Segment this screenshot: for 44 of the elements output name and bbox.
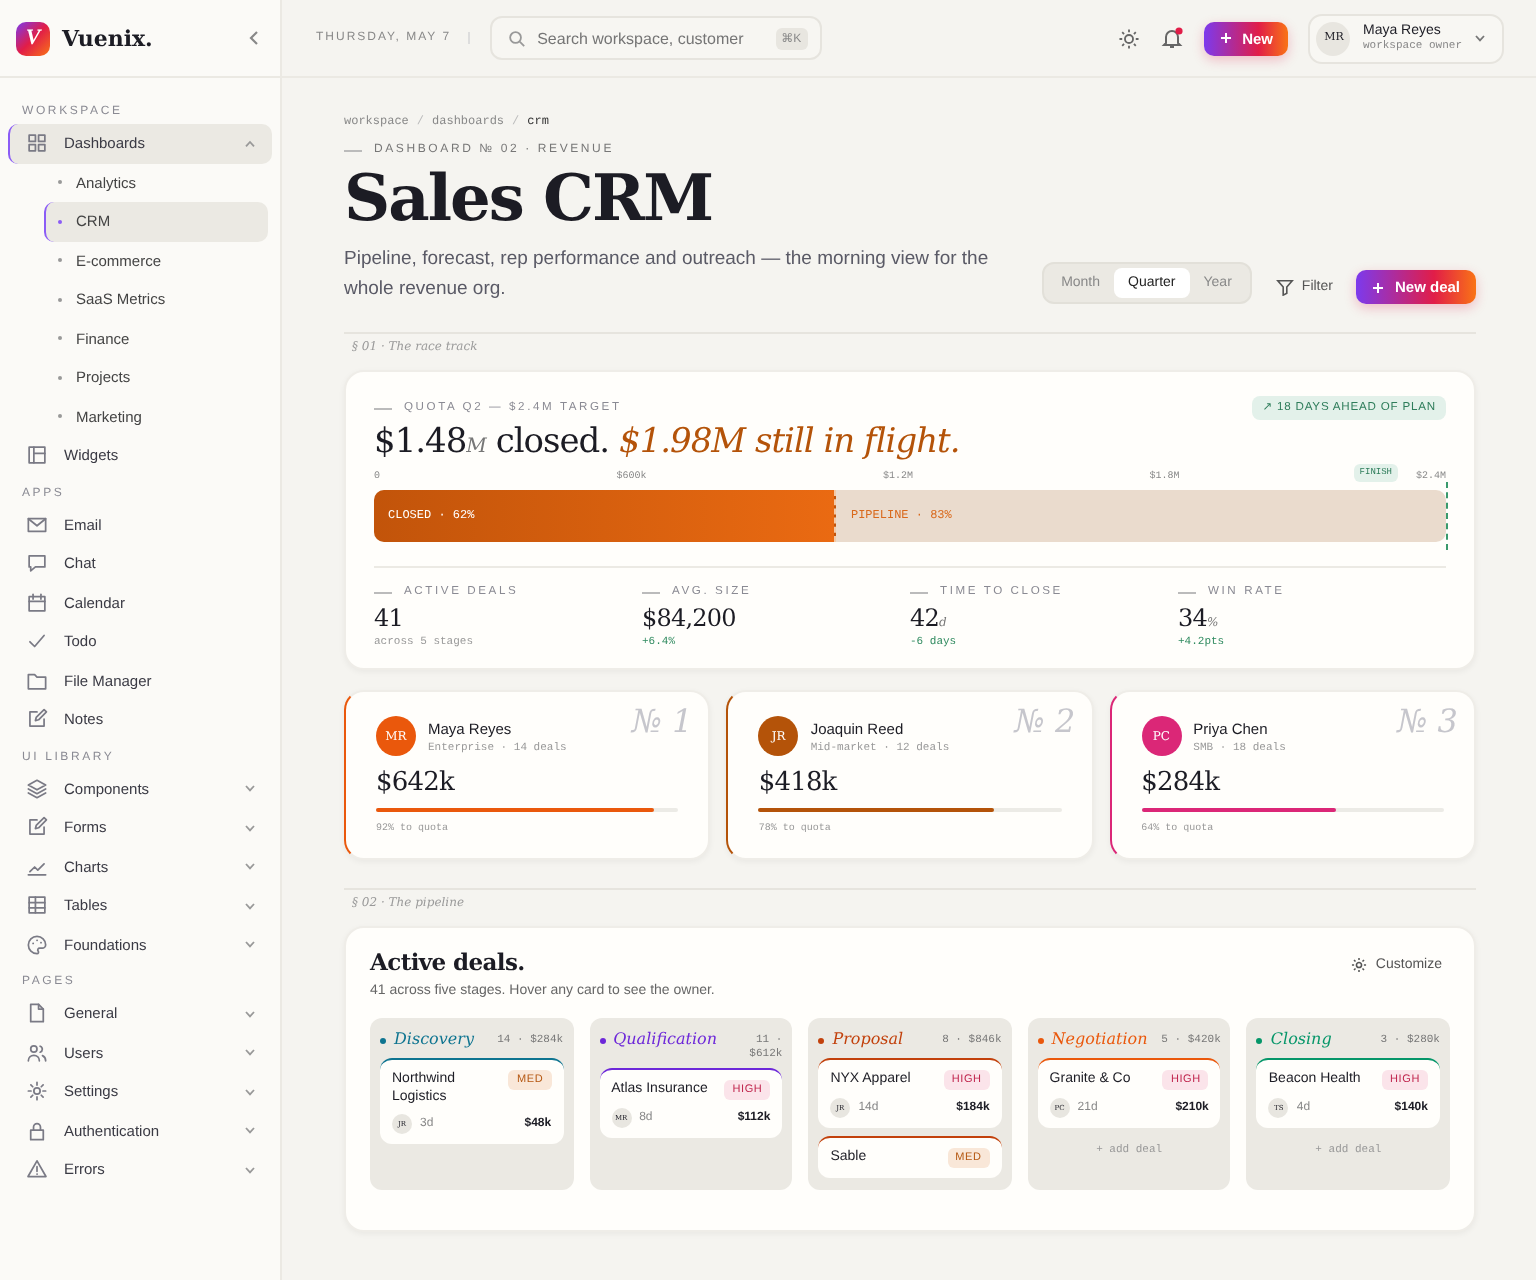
stage-name: Negotiation [1051, 1030, 1150, 1048]
pencil-icon [26, 816, 48, 839]
check-icon [26, 630, 48, 653]
search-field[interactable]: Search workspace, customer [537, 29, 764, 47]
section-title: Active deals. [370, 948, 527, 976]
calendar-icon [26, 591, 48, 614]
brand-name: Vuenix. [62, 25, 155, 51]
stat-value: 41 [374, 604, 405, 632]
stage-name: Proposal [832, 1030, 906, 1048]
table-icon [26, 894, 48, 917]
users-icon [26, 1041, 48, 1064]
lock-icon [26, 1119, 48, 1142]
pencil-icon [26, 708, 48, 731]
sun-icon[interactable] [1118, 27, 1141, 49]
rep-amount: $284k [1141, 768, 1223, 798]
rank-label: № 1 [631, 702, 693, 740]
layout-icon [26, 444, 48, 467]
stage-name: Discovery [394, 1030, 476, 1048]
stage-name: Closing [1270, 1030, 1334, 1048]
page-title: Sales CRM [344, 160, 714, 236]
folder-icon [26, 669, 48, 692]
rank-label: № 3 [1397, 702, 1458, 740]
rep-amount: $642k [376, 768, 457, 798]
stage-name: Qualification [613, 1030, 718, 1048]
collapse-icon[interactable] [248, 30, 260, 46]
filter-icon [1275, 278, 1294, 296]
plus-icon [1220, 32, 1233, 44]
page-subtitle: Pipeline, forecast, rep performance and outreach — the morning view for the whole revenue org. [344, 246, 991, 304]
warning-icon [26, 1158, 48, 1181]
grid-icon [26, 132, 48, 155]
logo: V [16, 21, 50, 55]
rep-amount: $418k [758, 768, 840, 798]
bell-icon[interactable] [1160, 26, 1185, 50]
quota-headline: $1.48M closed. $1.98M still in flight. [374, 422, 962, 462]
plus-icon [1372, 281, 1385, 293]
stat-value: $84,200 [642, 604, 738, 632]
file-icon [26, 1002, 48, 1025]
chat-icon [26, 552, 48, 575]
search-icon [507, 29, 526, 47]
rank-label: № 2 [1014, 702, 1076, 740]
caret-icon [1474, 34, 1486, 42]
palette-icon [26, 933, 48, 956]
layers-icon [26, 777, 48, 800]
mail-icon [26, 513, 48, 536]
